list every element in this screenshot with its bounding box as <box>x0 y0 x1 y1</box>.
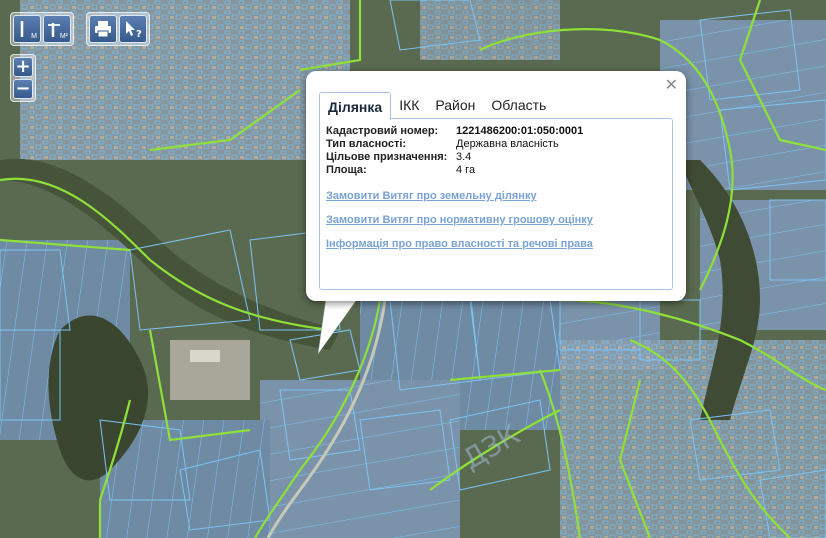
measure-distance-button[interactable]: M <box>13 15 41 43</box>
field-label: Кадастровий номер: <box>326 125 439 137</box>
village-north <box>420 0 560 60</box>
measure-distance-label: M <box>31 33 37 40</box>
industrial-site <box>170 340 250 400</box>
order-parcel-extract-link[interactable]: Замовити Витяг про земельну ділянку <box>326 190 666 202</box>
field-cadastral-number: Кадастровий номер: 1221486200:01:050:000… <box>326 125 666 138</box>
tab-ikk[interactable]: ІКК <box>391 91 427 119</box>
svg-text:?: ? <box>136 29 142 40</box>
zoom-out-button[interactable]: − <box>13 79 33 99</box>
parcel-tab-panel: Кадастровий номер: 1221486200:01:050:000… <box>319 118 673 290</box>
popup-pointer <box>318 298 359 354</box>
tab-region[interactable]: Область <box>483 91 554 119</box>
area-value: 4 га <box>456 164 476 176</box>
ownership-rights-info-link[interactable]: Інформація про право власності та речові… <box>326 238 666 250</box>
field-ownership-type: Тип власності: Державна власність <box>326 138 666 151</box>
field-area: Площа: 4 га <box>326 164 666 177</box>
tab-district[interactable]: Район <box>427 91 483 119</box>
ownership-type-value: Державна власність <box>456 138 559 150</box>
info-cursor-icon: ? <box>122 18 144 40</box>
field-label: Цільове призначення: <box>326 151 448 163</box>
identify-button[interactable]: ? <box>119 15 147 43</box>
purpose-value: 3.4 <box>456 151 472 163</box>
zoom-control: + − <box>10 54 36 102</box>
field-label: Площа: <box>326 164 367 176</box>
popup-tabs: Ділянка ІКК Район Область <box>319 89 673 120</box>
print-icon <box>93 19 113 39</box>
industrial-building <box>190 350 220 362</box>
cadastral-number-value: 1221486200:01:050:0001 <box>456 125 584 137</box>
measure-area-label: M² <box>59 33 68 40</box>
tab-parcel[interactable]: Ділянка <box>319 92 392 120</box>
tools-toolbar: ? <box>86 12 150 46</box>
parcel-info-popup: ✕ Ділянка ІКК Район Область Кадастровий … <box>306 71 686 301</box>
field-purpose: Цільове призначення: 3.4 <box>326 151 666 164</box>
zoom-in-button[interactable]: + <box>13 57 33 77</box>
popup-links: Замовити Витяг про земельну ділянку Замо… <box>326 190 666 250</box>
print-button[interactable] <box>89 15 117 43</box>
measure-area-button[interactable]: M² <box>43 15 71 43</box>
order-valuation-extract-link[interactable]: Замовити Витяг про нормативну грошову оц… <box>326 214 666 226</box>
field-label: Тип власності: <box>326 138 407 150</box>
measure-toolbar: M M² <box>10 12 74 46</box>
